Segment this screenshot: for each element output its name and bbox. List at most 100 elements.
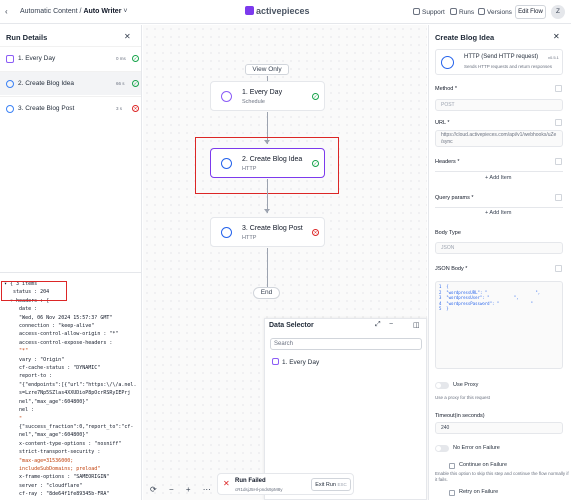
flow-node-create-blog-post[interactable]: 3. Create Blog Post HTTP ✕ (210, 217, 325, 247)
support-button[interactable]: Support (413, 8, 445, 16)
run-step-label: 2. Create Blog Idea (18, 80, 75, 87)
use-proxy-label: Use Proxy (453, 382, 479, 388)
chevron-down-icon[interactable]: ˅ (123, 8, 127, 15)
more-icon[interactable]: ⋯ (203, 485, 211, 494)
timeout-input[interactable]: 240 (435, 422, 563, 434)
method-select[interactable]: POST (435, 99, 563, 111)
http-globe-icon (441, 56, 454, 69)
output-json-line: x-frame-options : "SAMEORIGIN" (4, 474, 110, 481)
back-arrow-icon[interactable]: ‹ (5, 7, 8, 16)
add-header-button[interactable]: + Add Item (485, 175, 511, 181)
highlight-box-status (1, 281, 67, 301)
output-json-line: includeSubDomains; preload" (4, 465, 101, 472)
retry-on-failure-checkbox[interactable] (449, 490, 455, 496)
activepieces-logo-icon (245, 6, 254, 15)
arrow-down-icon (264, 209, 270, 213)
dynamic-toggle-icon[interactable] (555, 194, 562, 201)
use-proxy-switch[interactable] (435, 382, 449, 389)
brand-logo: activepieces (245, 6, 310, 16)
dynamic-toggle-icon[interactable] (555, 85, 562, 92)
piece-card: HTTP (Send HTTP request) v0.5.1 Sends HT… (435, 49, 563, 75)
schedule-icon (272, 358, 279, 365)
runs-icon (450, 8, 457, 15)
step-settings-panel: Create Blog Idea ✕ HTTP (Send HTTP reque… (428, 25, 571, 500)
dynamic-toggle-icon[interactable] (555, 119, 562, 126)
breadcrumb: Automatic Content / Auto Writer ˅ (20, 8, 128, 15)
output-json-line: report-to : (4, 373, 53, 380)
url-input[interactable]: https://cloud.activepieces.com/api/v1/we… (435, 130, 563, 147)
no-error-switch[interactable] (435, 445, 449, 452)
edit-flow-button[interactable]: Edit Flow (515, 5, 546, 19)
success-check-icon: ✓ (132, 80, 139, 87)
body-type-label: Body Type (435, 230, 461, 236)
continue-on-failure-hint: it fails. (435, 477, 448, 482)
top-bar: ‹ Automatic Content / Auto Writer ˅ acti… (0, 0, 571, 24)
run-step-row[interactable]: 3. Create Blog Post 3 s ✕ (0, 96, 141, 120)
avatar[interactable]: Z (551, 5, 565, 19)
support-icon (413, 8, 420, 15)
run-step-row[interactable]: 1. Every Day 0 ms ✓ (0, 46, 141, 70)
versions-button[interactable]: Versions (478, 8, 512, 16)
divider (435, 207, 563, 208)
panel-divider[interactable] (0, 272, 141, 273)
runs-button[interactable]: Runs (450, 8, 474, 16)
run-step-row[interactable]: 2. Create Blog Idea 66 s ✓ (0, 71, 141, 95)
output-json-line: nel","max_age":604800}" (4, 398, 89, 405)
retry-on-failure-label: Retry on Failure (459, 489, 499, 495)
zoom-in-icon[interactable]: + (186, 485, 191, 494)
zoom-out-icon[interactable]: − (169, 485, 174, 494)
error-x-icon: ✕ (312, 229, 319, 236)
output-json-line: "*" (4, 348, 29, 355)
continue-on-failure-checkbox[interactable] (449, 463, 455, 469)
dynamic-toggle-icon[interactable] (555, 158, 562, 165)
continue-on-failure-label: Continue on Failure (459, 462, 508, 468)
run-id: cR1dsjJ5Hl-pnds9pM8y (235, 487, 283, 492)
output-json-line: vary : "Origin" (4, 356, 65, 363)
body-type-select[interactable]: JSON (435, 242, 563, 254)
json-body-editor[interactable]: 1 {2 "wordpressURL": " ", 3 "wordpressUse… (435, 281, 563, 369)
add-query-param-button[interactable]: + Add Item (485, 210, 511, 216)
versions-icon (478, 8, 485, 15)
continue-on-failure-hint: Enable this option to skip this step and… (435, 471, 569, 476)
node-subtitle: Schedule (242, 99, 265, 105)
output-json-line: "max-age=31536000; (4, 457, 74, 464)
expand-icon[interactable]: ⤢ (375, 321, 381, 329)
toast-title: Run Failed (235, 478, 266, 484)
schedule-icon (221, 91, 232, 102)
output-json-line: access-control-allow-origin : "*" (4, 331, 119, 338)
output-json-line: nel","max_age":604800}" (4, 432, 89, 439)
divider (435, 171, 563, 172)
close-icon[interactable]: ✕ (124, 32, 131, 41)
output-json-line: cf-ray : "8de64f1fe89345b-FRA" (4, 491, 110, 498)
run-failed-toast: ✕ Run Failed cR1dsjJ5Hl-pnds9pM8y Exit R… (217, 473, 354, 495)
json-body-line: 5 } (439, 306, 449, 311)
dynamic-toggle-icon[interactable] (555, 265, 562, 272)
data-selector-item[interactable]: 1. Every Day (272, 358, 319, 366)
output-json-line: s=Lzre7Np5SZlas4XXUDioP8pOcrRSRyIEPrj (4, 390, 131, 397)
esc-shortcut: ESC (337, 482, 347, 487)
node-title: 3. Create Blog Post (242, 225, 303, 232)
view-only-badge: View Only (245, 64, 289, 75)
minimize-icon[interactable]: − (389, 321, 393, 328)
piece-version: v0.5.1 (548, 55, 559, 60)
node-subtitle: HTTP (242, 235, 257, 241)
flow-node-every-day[interactable]: 1. Every Day Schedule ✓ (210, 81, 325, 111)
http-globe-icon (221, 227, 232, 238)
run-step-label: 1. Every Day (18, 55, 56, 62)
dock-icon[interactable]: ◫ (413, 321, 420, 329)
piece-name: HTTP (Send HTTP request) (464, 54, 539, 60)
output-json-line: nel : (4, 407, 35, 414)
output-json-line: cf-cache-status : "DYNAMIC" (4, 365, 101, 372)
data-selector-search-input[interactable]: Search (270, 338, 422, 350)
close-icon[interactable]: ✕ (553, 32, 560, 41)
step-title: Create Blog Idea (435, 33, 495, 42)
output-json-line: "Wed, 06 Nov 2024 15:57:3? GMT" (4, 314, 113, 321)
use-proxy-hint: Use a proxy for this request (435, 395, 491, 400)
reset-view-icon[interactable]: ⟳ (150, 485, 157, 494)
exit-run-button[interactable]: Exit Run ESC (311, 478, 351, 491)
http-globe-icon (6, 80, 14, 88)
run-step-duration: 0 ms (116, 56, 126, 61)
headers-label: Headers * (435, 159, 460, 165)
output-json-line: {"success_fraction":0,"report_to":"cf- (4, 423, 134, 430)
output-json-line: "{"endpoints":[{"url":"https:\/\/a.nel. (4, 381, 137, 388)
